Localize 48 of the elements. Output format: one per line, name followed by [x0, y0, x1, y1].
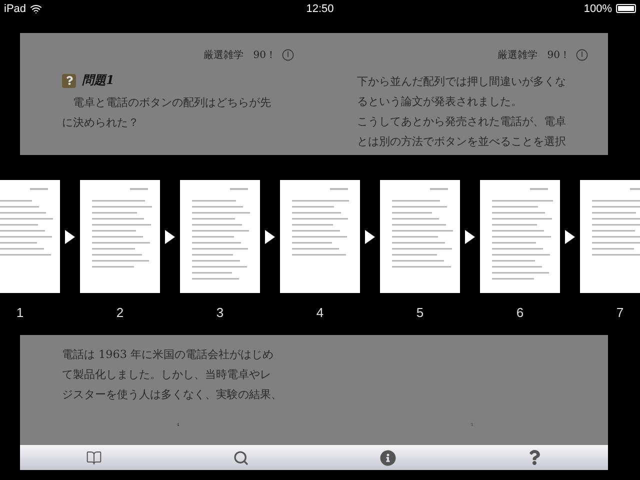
right-triangle-icon	[265, 230, 275, 244]
page-thumbnail[interactable]	[0, 180, 60, 293]
right-triangle-icon	[65, 230, 75, 244]
page-number-label: 4	[316, 305, 324, 320]
body-text-line: に決められた？	[62, 115, 140, 131]
search-icon	[232, 450, 248, 466]
page-number-label: 7	[616, 305, 624, 320]
body-text-line: るという論文が発表されました。	[357, 94, 523, 110]
wifi-icon	[30, 2, 42, 14]
help-icon	[527, 450, 542, 465]
right-triangle-icon	[565, 230, 575, 244]
body-text-line: ジスターを使う人は多くなく、実験の結果、	[62, 387, 283, 403]
page-number-label: 5	[416, 305, 424, 320]
body-text-line: 下から並んだ配列では押し間違いが多くな	[357, 74, 567, 90]
device-name: iPad	[4, 2, 26, 14]
page-thumbnail[interactable]	[580, 180, 640, 293]
text-lines-drawing	[292, 188, 349, 256]
body-text-line: 電卓と電話のボタンの配列はどちらが先	[72, 95, 272, 111]
book-icon	[86, 450, 102, 466]
toolbar-button[interactable]	[378, 448, 398, 468]
text-lines-drawing	[0, 188, 53, 256]
body-text-line: 電話は 1963 年に米国の電話会社がはじめ	[62, 347, 275, 363]
page-thumbnail[interactable]	[380, 180, 460, 293]
page-thumbnail[interactable]	[80, 180, 160, 293]
body-text-line: とは別の方法でボタンを並べることを選択	[357, 134, 567, 150]
battery-percent: 100%	[584, 2, 612, 14]
page-number-label: 6	[516, 305, 524, 320]
page-thumbnail[interactable]	[280, 180, 360, 293]
question-heading: 問題1	[82, 72, 114, 89]
body-text-line: て製品化しました。しかし、当時電卓やレ	[62, 367, 272, 383]
page-header: 厳選雑学 90！	[203, 48, 276, 62]
text-lines-drawing	[592, 188, 640, 256]
right-triangle-icon	[365, 230, 375, 244]
battery-icon	[616, 4, 636, 13]
right-triangle-icon	[165, 230, 175, 244]
exclamation-circle-icon	[576, 49, 588, 61]
question-icon	[62, 74, 76, 88]
exclamation-circle-icon	[282, 49, 294, 61]
page-number-label: 2	[116, 305, 124, 320]
clock-time: 12:50	[306, 2, 334, 14]
page-number-label: 3	[216, 305, 224, 320]
page-header: 厳選雑学 90！	[497, 48, 570, 62]
body-text-line: こうしてあとから発売された電話が、電卓	[357, 114, 567, 130]
page-thumbnail[interactable]	[180, 180, 260, 293]
page-number-label: 1	[16, 305, 24, 320]
right-triangle-icon	[465, 230, 475, 244]
page-thumbnail[interactable]	[480, 180, 560, 293]
info-icon	[380, 450, 396, 466]
